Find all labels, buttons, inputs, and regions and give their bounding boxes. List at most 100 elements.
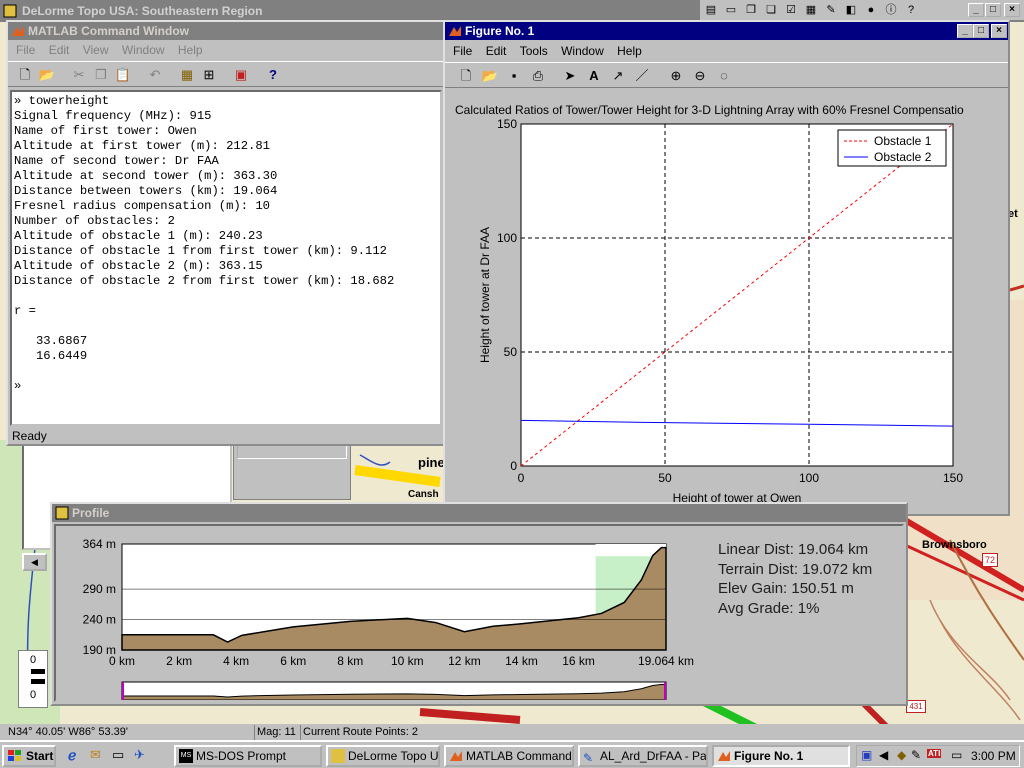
delorme-close-button[interactable]: × bbox=[1004, 3, 1020, 17]
figure-menu-window[interactable]: Window bbox=[561, 44, 604, 58]
zoom-out-icon[interactable]: ⊖ bbox=[691, 67, 709, 85]
figure-maximize-button[interactable]: □ bbox=[973, 24, 989, 38]
matlab-console[interactable]: » towerheight Signal frequency (MHz): 915… bbox=[10, 90, 442, 426]
simulink-icon[interactable]: ▣ bbox=[232, 66, 250, 84]
matlab-menu-file[interactable]: File bbox=[16, 43, 35, 57]
draw-tool-icon[interactable]: ✎ bbox=[822, 1, 840, 19]
task-matlab[interactable]: MATLAB Command ... bbox=[444, 745, 574, 767]
rotate-3d-icon[interactable]: ◌ bbox=[715, 67, 733, 85]
delorme-minimize-button[interactable]: _ bbox=[968, 3, 984, 17]
insert-arrow-icon[interactable]: ↗ bbox=[609, 67, 627, 85]
help-tool-icon[interactable]: ? bbox=[902, 1, 920, 19]
figure-close-button[interactable]: × bbox=[991, 24, 1007, 38]
calendar-tool-icon[interactable]: ▦ bbox=[802, 1, 820, 19]
tray-ati-icon[interactable]: ATI bbox=[927, 749, 942, 758]
figure-menu-tools[interactable]: Tools bbox=[520, 44, 548, 58]
path-browser-icon[interactable]: ⊞ bbox=[200, 66, 218, 84]
ie-icon[interactable]: ℯ bbox=[68, 747, 76, 764]
cut-icon[interactable]: ✂ bbox=[70, 66, 88, 84]
delorme-scrollbar-stub[interactable]: ◀ bbox=[22, 553, 47, 571]
profile-titlebar[interactable]: Profile bbox=[52, 504, 906, 522]
matlab-menu-help[interactable]: Help bbox=[178, 43, 203, 57]
profile-x-tick: 8 km bbox=[337, 654, 363, 668]
open-figure-icon[interactable]: 📂 bbox=[481, 67, 499, 85]
figure-minimize-button[interactable]: _ bbox=[957, 24, 973, 38]
console-line: Distance between towers (km): 19.064 bbox=[14, 184, 278, 198]
route-shield-431: 431 bbox=[906, 700, 926, 713]
matlab-titlebar[interactable]: MATLAB Command Window bbox=[8, 22, 444, 40]
delorme-toolbar: ▤ ▭ ❐ ❏ ☑ ▦ ✎ ◧ ● ⓘ ? _ □ × bbox=[700, 0, 1024, 20]
new-figure-icon[interactable]: 🗋 bbox=[457, 67, 475, 85]
figure-menu-file[interactable]: File bbox=[453, 44, 472, 58]
notes-tool-icon[interactable]: ▭ bbox=[722, 1, 740, 19]
map-label-cansh: Cansh bbox=[408, 489, 439, 500]
stat-elev-gain: Elev Gain: 150.51 m bbox=[718, 580, 854, 597]
start-button[interactable]: Start bbox=[2, 745, 56, 767]
figure-menubar: File Edit Tools Window Help bbox=[445, 42, 1008, 60]
help-icon[interactable]: ? bbox=[264, 66, 282, 84]
tray-network-icon[interactable]: ▣ bbox=[861, 748, 872, 762]
console-line: Signal frequency (MHz): 915 bbox=[14, 109, 212, 123]
profile-body: 364 m 290 m 240 m 190 m0 km 2 km 4 km 6 km 8 km… bbox=[54, 524, 904, 702]
matlab-menu-window[interactable]: Window bbox=[122, 43, 165, 57]
undo-icon[interactable]: ↶ bbox=[146, 66, 164, 84]
paste-icon[interactable]: 📋 bbox=[114, 66, 132, 84]
elevation-gauge: 0 0 bbox=[18, 650, 48, 708]
profile-x-tick: 10 km bbox=[391, 654, 424, 668]
layers-tool-icon[interactable]: ❏ bbox=[762, 1, 780, 19]
tray-display-icon[interactable]: ▭ bbox=[951, 748, 962, 762]
console-line: 33.6867 bbox=[14, 334, 88, 348]
matlab-menu-edit[interactable]: Edit bbox=[49, 43, 70, 57]
insert-text-icon[interactable]: A bbox=[585, 67, 603, 85]
x-tick-label: 50 bbox=[658, 471, 672, 485]
gauge-bar-2 bbox=[31, 679, 45, 684]
workspace-icon[interactable]: ▦ bbox=[178, 66, 196, 84]
system-tray: ▣ ◀ ◆ ✎ ATI ▭ 3:00 PM bbox=[856, 745, 1020, 767]
copy-tool-icon[interactable]: ❐ bbox=[742, 1, 760, 19]
insert-line-icon[interactable]: ／ bbox=[633, 67, 651, 85]
label-tool-icon[interactable]: ◧ bbox=[842, 1, 860, 19]
tray-volume-icon[interactable]: ◀ bbox=[879, 748, 888, 762]
figure-menu-edit[interactable]: Edit bbox=[486, 44, 507, 58]
overview-handle-start bbox=[122, 682, 124, 700]
gauge-top-label: 0 bbox=[30, 654, 37, 666]
gauge-bar bbox=[31, 669, 45, 674]
channels-icon[interactable]: ✈ bbox=[134, 747, 145, 763]
new-file-icon[interactable]: 🗋 bbox=[16, 66, 34, 84]
print-figure-icon[interactable]: ⎙ bbox=[529, 67, 547, 85]
profile-x-tick: 12 km bbox=[448, 654, 481, 668]
copy-icon[interactable]: ❐ bbox=[92, 66, 110, 84]
task-msdos[interactable]: MS MS-DOS Prompt bbox=[174, 745, 322, 767]
figure-menu-help[interactable]: Help bbox=[617, 44, 642, 58]
task-delorme[interactable]: DeLorme Topo USA... bbox=[326, 745, 440, 767]
profile-y-tick: 364 m bbox=[83, 537, 116, 551]
open-folder-icon[interactable]: 📂 bbox=[38, 66, 56, 84]
matlab-menu-view[interactable]: View bbox=[83, 43, 109, 57]
delorme-maximize-button[interactable]: □ bbox=[985, 3, 1001, 17]
msdos-icon: MS bbox=[179, 749, 193, 763]
paint-icon: ✎ bbox=[583, 751, 594, 765]
profile-x-tick: 16 km bbox=[562, 654, 595, 668]
figure-titlebar[interactable]: Figure No. 1 _ □ × bbox=[445, 22, 1008, 40]
matlab-status: Ready bbox=[12, 429, 47, 443]
task-figure[interactable]: Figure No. 1 bbox=[712, 745, 850, 767]
matlab-menubar: File Edit View Window Help bbox=[8, 41, 444, 59]
checklist-tool-icon[interactable]: ☑ bbox=[782, 1, 800, 19]
info-tool-icon[interactable]: ⓘ bbox=[882, 1, 900, 19]
console-line: Distance of obstacle 1 from first tower … bbox=[14, 244, 387, 258]
outlook-icon[interactable]: ✉ bbox=[90, 747, 101, 763]
y-tick-label: 50 bbox=[504, 345, 518, 359]
tray-pen-icon[interactable]: ✎ bbox=[911, 748, 921, 762]
delorme-app-icon bbox=[3, 4, 17, 18]
desktop-icon[interactable]: ▭ bbox=[112, 747, 124, 763]
profile-stats: Linear Dist: 19.064 km Terrain Dist: 19.… bbox=[718, 540, 872, 618]
map-tool-icon[interactable]: ▤ bbox=[702, 1, 720, 19]
gps-tool-icon[interactable]: ● bbox=[862, 1, 880, 19]
tray-scheduler-icon[interactable]: ◆ bbox=[897, 748, 906, 762]
select-arrow-icon[interactable]: ➤ bbox=[561, 67, 579, 85]
matlab-window: MATLAB Command Window File Edit View Win… bbox=[6, 20, 446, 446]
task-paint[interactable]: ✎ AL_Ard_DrFAA - Paint bbox=[578, 745, 708, 767]
profile-x-tick: 14 km bbox=[505, 654, 538, 668]
zoom-in-icon[interactable]: ⊕ bbox=[667, 67, 685, 85]
save-figure-icon[interactable]: ▪ bbox=[505, 67, 523, 85]
